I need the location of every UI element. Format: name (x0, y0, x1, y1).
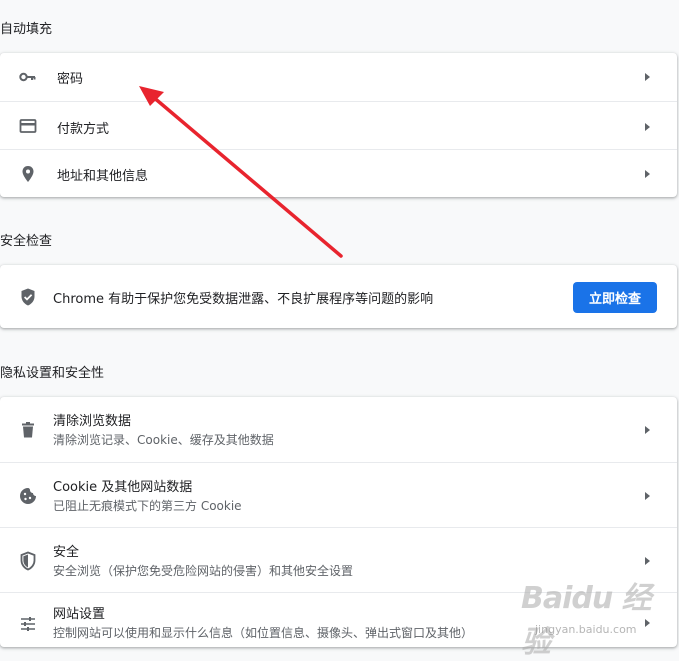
privacy-item-site-settings[interactable]: 网站设置 控制网站可以使用和显示什么信息（如位置信息、摄像头、弹出式窗口及其他） (0, 592, 677, 647)
chevron-right-icon[interactable] (642, 425, 652, 435)
autofill-item-passwords[interactable]: 密码 (0, 53, 677, 101)
autofill-card: 密码 付款方式 地址和其他信息 (0, 53, 677, 197)
autofill-section-title: 自动填充 (0, 22, 53, 37)
chevron-right-icon[interactable] (642, 122, 652, 132)
privacy-item-label: 清除浏览数据 (53, 414, 132, 429)
autofill-item-payment-methods[interactable]: 付款方式 (0, 101, 677, 149)
safety-check-description: Chrome 有助于保护您免受数据泄露、不良扩展程序等问题的影响 (53, 292, 434, 307)
autofill-item-label: 付款方式 (57, 122, 110, 137)
privacy-card: 清除浏览数据 清除浏览记录、Cookie、缓存及其他数据 Cookie 及其他网… (0, 397, 677, 647)
shield-check-icon (18, 287, 38, 307)
check-now-button[interactable]: 立即检查 (573, 282, 657, 313)
autofill-item-label: 地址和其他信息 (57, 169, 149, 184)
privacy-item-cookies[interactable]: Cookie 及其他网站数据 已阻止无痕模式下的第三方 Cookie (0, 462, 677, 527)
privacy-item-security[interactable]: 安全 安全浏览（保护您免受危险网站的侵害）和其他安全设置 (0, 527, 677, 592)
privacy-item-label: Cookie 及其他网站数据 (53, 480, 193, 495)
privacy-item-sublabel: 控制网站可以使用和显示什么信息（如位置信息、摄像头、弹出式窗口及其他） (53, 626, 474, 640)
chevron-right-icon[interactable] (642, 72, 652, 82)
chevron-right-icon[interactable] (642, 618, 652, 628)
autofill-item-addresses[interactable]: 地址和其他信息 (0, 149, 677, 197)
chevron-right-icon[interactable] (642, 169, 652, 179)
privacy-item-label: 安全 (53, 545, 80, 560)
cookie-icon (18, 486, 38, 506)
tune-icon (18, 614, 38, 634)
privacy-section-title: 隐私设置和安全性 (0, 366, 105, 381)
autofill-item-label: 密码 (57, 72, 84, 87)
chevron-right-icon[interactable] (642, 491, 652, 501)
shield-icon (18, 551, 38, 571)
privacy-item-label: 网站设置 (53, 607, 106, 622)
safety-check-section-title: 安全检查 (0, 234, 53, 249)
trash-icon (18, 420, 38, 440)
privacy-item-clear-browsing-data[interactable]: 清除浏览数据 清除浏览记录、Cookie、缓存及其他数据 (0, 397, 677, 462)
chevron-right-icon[interactable] (642, 556, 652, 566)
privacy-item-sublabel: 清除浏览记录、Cookie、缓存及其他数据 (53, 433, 274, 447)
key-icon (18, 67, 38, 87)
privacy-item-sublabel: 已阻止无痕模式下的第三方 Cookie (53, 499, 242, 513)
credit-card-icon (18, 116, 38, 136)
safety-check-card: Chrome 有助于保护您免受数据泄露、不良扩展程序等问题的影响 立即检查 (0, 265, 677, 328)
location-pin-icon (18, 164, 38, 184)
privacy-item-sublabel: 安全浏览（保护您免受危险网站的侵害）和其他安全设置 (53, 564, 354, 578)
